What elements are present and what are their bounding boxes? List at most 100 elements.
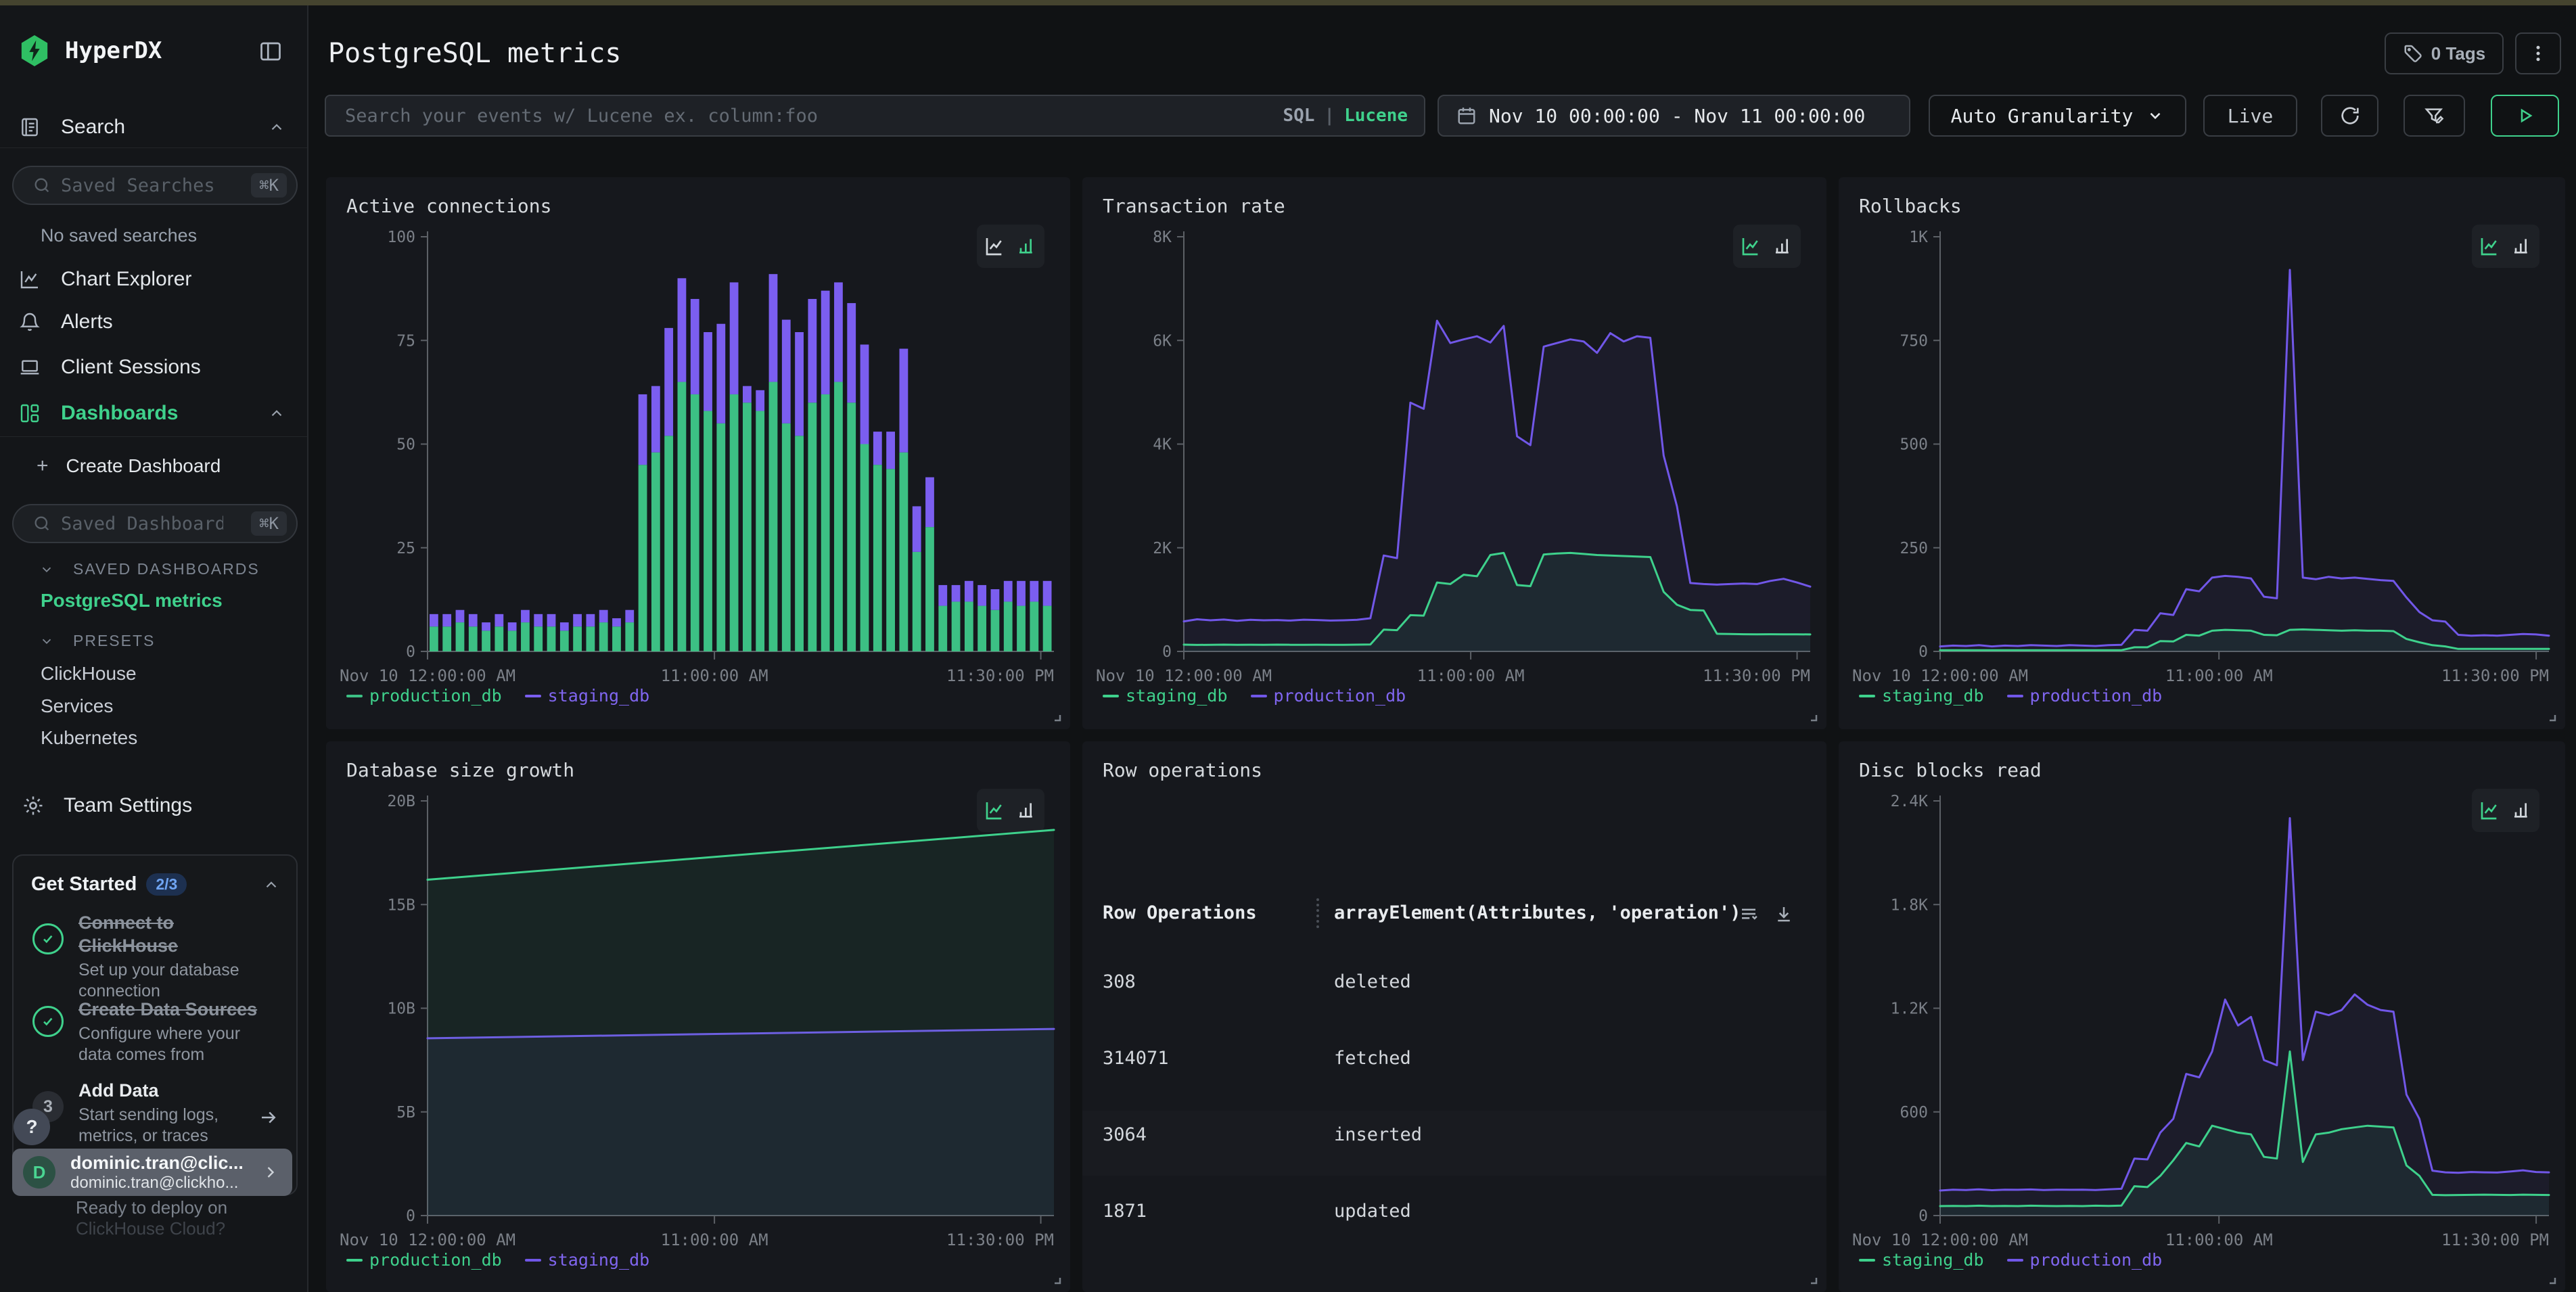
sidebar-collapse-icon[interactable] xyxy=(258,39,283,64)
date-range-picker[interactable]: Nov 10 00:00:00 - Nov 11 00:00:00 xyxy=(1438,95,1910,137)
legend-label: staging_db xyxy=(548,686,650,706)
bar-production_db xyxy=(456,622,465,651)
legend-dash xyxy=(1859,695,1875,697)
saved-searches-input[interactable] xyxy=(61,175,223,196)
legend-staging_db[interactable]: staging_db xyxy=(525,1250,650,1270)
create-dashboard-button[interactable]: + Create Dashboard xyxy=(0,448,308,484)
group-presets[interactable]: PRESETS xyxy=(39,632,155,650)
bar-production_db xyxy=(965,601,973,651)
next-item-text: Ready to deploy on xyxy=(76,1197,227,1218)
help-button[interactable]: ? xyxy=(14,1109,50,1145)
y-axis-label: 250 xyxy=(1900,540,1928,557)
sidebar-preset-kubernetes[interactable]: Kubernetes xyxy=(41,727,137,749)
granularity-select[interactable]: Auto Granularity xyxy=(1929,95,2186,137)
legend-production_db[interactable]: production_db xyxy=(2007,1250,2163,1270)
page-title: PostgreSQL metrics xyxy=(328,38,621,69)
check-circle-icon xyxy=(32,923,64,954)
bar-production_db xyxy=(586,626,595,651)
event-search-box[interactable]: SQL | Lucene xyxy=(325,95,1425,137)
saved-searches-search[interactable]: ⌘K xyxy=(12,166,298,205)
y-axis-label: 600 xyxy=(1900,1104,1928,1122)
bar-production_db xyxy=(651,453,660,651)
legend-staging_db[interactable]: staging_db xyxy=(1859,686,1984,706)
event-search-input[interactable] xyxy=(326,106,1283,126)
chevron-up-icon[interactable] xyxy=(262,876,280,894)
legend-production_db[interactable]: production_db xyxy=(2007,686,2163,706)
x-axis-label: Nov 10 12:00:00 AM xyxy=(1852,1230,2028,1249)
saved-dashboards-input[interactable] xyxy=(61,513,223,534)
bar-production_db xyxy=(860,444,869,652)
get-started-next-item: Ready to deploy on ClickHouse Cloud? xyxy=(76,1197,227,1239)
bar-staging_db xyxy=(639,394,647,465)
x-axis-label: 11:00:00 AM xyxy=(661,666,768,685)
resize-handle[interactable] xyxy=(1806,1273,1818,1285)
bar-production_db xyxy=(1030,601,1038,651)
tags-button[interactable]: 0 Tags xyxy=(2385,32,2504,74)
avatar: D xyxy=(23,1156,55,1189)
sidebar-dashboard-postgresql-metrics[interactable]: PostgreSQL metrics xyxy=(41,590,223,612)
x-axis-label: Nov 10 12:00:00 AM xyxy=(340,666,515,685)
resize-handle[interactable] xyxy=(1050,1273,1062,1285)
download-icon[interactable] xyxy=(1774,904,1794,924)
y-axis-label: 10B xyxy=(387,1000,415,1018)
get-started-item-connect[interactable]: Connect to ClickHouse Set up your databa… xyxy=(78,911,268,1002)
bar-production_db xyxy=(716,423,725,651)
resize-handle[interactable] xyxy=(2545,710,2557,722)
sidebar-item-dashboards[interactable]: Dashboards xyxy=(0,394,308,432)
get-started-item-title: Connect to ClickHouse xyxy=(78,911,268,957)
user-menu[interactable]: D dominic.tran@clic... dominic.tran@clic… xyxy=(12,1149,292,1196)
sidebar-preset-clickhouse[interactable]: ClickHouse xyxy=(41,663,137,685)
resize-handle[interactable] xyxy=(1050,710,1062,722)
get-started-item-sources[interactable]: Create Data Sources Configure where your… xyxy=(78,998,268,1065)
column-settings-icon[interactable] xyxy=(1739,904,1759,924)
bar-production_db xyxy=(599,622,608,651)
legend-staging_db[interactable]: staging_db xyxy=(1859,1250,1984,1270)
bar-production_db xyxy=(1017,606,1026,651)
sidebar-item-team-settings[interactable]: Team Settings xyxy=(0,787,308,825)
cell-operation: updated xyxy=(1334,1201,1411,1222)
legend-production_db[interactable]: production_db xyxy=(346,686,502,706)
chart-legend: staging_db production_db xyxy=(1859,686,2162,706)
hyperdx-logo-icon xyxy=(19,34,50,68)
refresh-button[interactable] xyxy=(2321,95,2378,137)
live-button[interactable]: Live xyxy=(2203,95,2297,137)
sql-mode-toggle[interactable]: SQL xyxy=(1283,106,1314,126)
chevron-up-icon xyxy=(268,118,285,136)
sidebar-preset-services[interactable]: Services xyxy=(41,695,113,717)
bar-production_db xyxy=(795,436,804,651)
legend-staging_db[interactable]: staging_db xyxy=(1103,686,1228,706)
more-options-button[interactable] xyxy=(2515,32,2561,74)
chevron-down-icon xyxy=(39,562,54,577)
chevron-right-icon xyxy=(261,1163,280,1182)
legend-staging_db[interactable]: staging_db xyxy=(525,686,650,706)
legend-production_db[interactable]: production_db xyxy=(346,1250,502,1270)
legend-production_db[interactable]: production_db xyxy=(1251,686,1406,706)
run-query-button[interactable] xyxy=(2491,95,2559,137)
tags-button-label: 0 Tags xyxy=(2431,43,2485,64)
table-header-row-operations[interactable]: Row Operations xyxy=(1103,902,1257,923)
chart-plot: 8K6K4K2K0Nov 10 12:00:00 AM11:00:00 AM11… xyxy=(1082,177,1826,691)
resize-handle[interactable] xyxy=(1806,710,1818,722)
sidebar-item-alerts[interactable]: Alerts xyxy=(0,303,308,341)
lucene-mode-toggle[interactable]: Lucene xyxy=(1344,106,1408,126)
bar-production_db xyxy=(743,402,752,651)
group-saved-dashboards[interactable]: SAVED DASHBOARDS xyxy=(39,560,260,578)
filter-button[interactable] xyxy=(2404,95,2465,137)
saved-dashboards-search[interactable]: ⌘K xyxy=(12,504,298,543)
y-axis-label: 750 xyxy=(1900,332,1928,350)
table-header-operation-expr[interactable]: arrayElement(Attributes, 'operation') xyxy=(1334,902,1741,923)
chart-card-database-size-growth: Database size growth20B15B10B5B0Nov 10 1… xyxy=(326,741,1070,1292)
sidebar-item-client-sessions[interactable]: Client Sessions xyxy=(0,348,308,386)
sidebar-item-chart-explorer[interactable]: Chart Explorer xyxy=(0,260,308,298)
bar-production_db xyxy=(900,453,908,651)
get-started-item-add-data[interactable]: Add Data Start sending logs, metrics, or… xyxy=(78,1079,268,1147)
legend-label: production_db xyxy=(1274,686,1406,706)
bar-staging_db xyxy=(769,274,778,382)
check-circle-icon xyxy=(32,1006,64,1037)
sidebar-item-label: Chart Explorer xyxy=(61,268,191,291)
bar-staging_db xyxy=(913,506,921,551)
bar-production_db xyxy=(534,626,543,651)
sidebar-section-search[interactable]: Search xyxy=(0,108,308,146)
resize-handle[interactable] xyxy=(2545,1273,2557,1285)
legend-dash xyxy=(525,695,541,697)
